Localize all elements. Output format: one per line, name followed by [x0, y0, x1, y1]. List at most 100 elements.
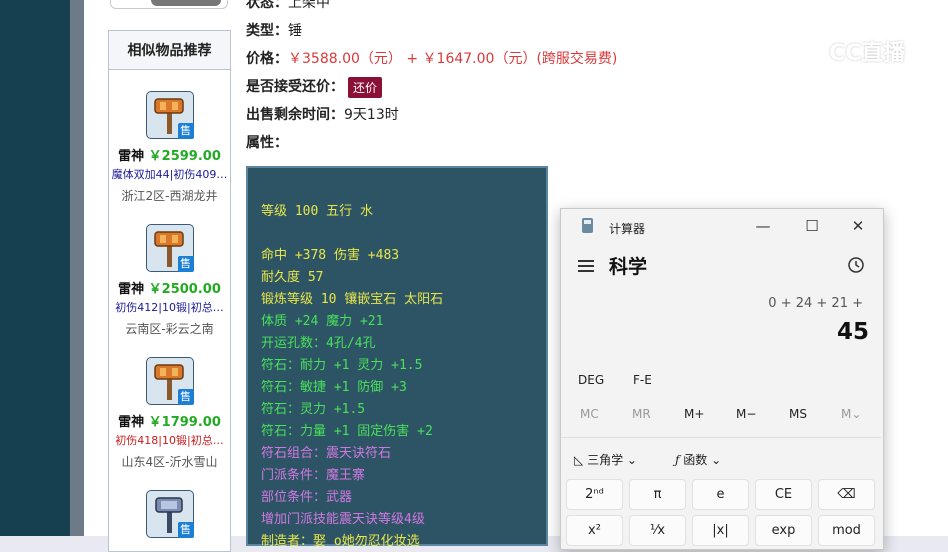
- similar-item-title[interactable]: 雷神 ￥1799.00: [109, 411, 230, 430]
- hammer-icon[interactable]: 售: [145, 91, 194, 139]
- attribute-line: 符石：敏捷 +1 防御 +3: [261, 380, 407, 395]
- price-plus: +: [406, 51, 419, 67]
- function-dropdown[interactable]: ƒ 函数 ⌄: [675, 451, 721, 468]
- attribute-line: 命中 +378 伤害 +483: [261, 248, 400, 263]
- history-icon[interactable]: [847, 256, 865, 274]
- similar-item-title[interactable]: 雷神 ￥2599.00: [109, 145, 230, 164]
- attribute-line: 开运孔数：4孔/4孔: [261, 336, 376, 351]
- price-row: 价格：￥3588.00（元） + ￥1647.00（元）(跨服交易费): [246, 48, 617, 68]
- item-server: 浙江2区-西湖龙井: [121, 189, 218, 203]
- absolute-value-key[interactable]: |x|: [692, 515, 749, 546]
- type-label: 类型：: [246, 23, 288, 39]
- item-price: ￥2500.00: [148, 282, 221, 297]
- similar-items-title: 相似物品推荐: [109, 31, 230, 70]
- cc-logo-icon: [795, 35, 823, 63]
- time-remaining-row: 出售剩余时间：9天13时: [246, 104, 399, 124]
- type-row: 类型：锤: [246, 20, 302, 40]
- sell-badge: 售: [177, 256, 194, 272]
- attribute-line: 符石：耐力 +1 灵力 +1.5: [261, 358, 423, 373]
- deg-button[interactable]: DEG: [578, 373, 604, 387]
- memory-store-button[interactable]: MS: [789, 407, 807, 421]
- memory-recall-button[interactable]: MR: [632, 407, 651, 421]
- item-price: ￥1799.00: [148, 415, 221, 430]
- item-server: 云南区-彩云之南: [125, 322, 214, 336]
- triangle-icon: ◺: [574, 453, 584, 467]
- e-key[interactable]: e: [692, 479, 749, 510]
- calculator-divider: [561, 437, 881, 438]
- memory-list-button[interactable]: M⌄: [841, 407, 861, 421]
- background-panel-dark: [0, 0, 70, 536]
- status-label: 状态：: [246, 0, 288, 11]
- item-server: 山东4区-沂水雪山: [121, 455, 218, 469]
- clear-entry-key[interactable]: CE: [755, 479, 812, 510]
- square-key[interactable]: x²: [566, 515, 623, 546]
- mod-key[interactable]: mod: [818, 515, 875, 546]
- fe-button[interactable]: F-E: [633, 373, 652, 387]
- hammer-icon[interactable]: 售: [145, 357, 194, 405]
- attribute-line: 符石组合：震天诀符石: [261, 446, 392, 461]
- memory-clear-button[interactable]: MC: [580, 407, 599, 421]
- exp-key[interactable]: exp: [755, 515, 812, 546]
- sell-badge: 售: [177, 389, 194, 405]
- item-description[interactable]: 初伤412|10锻|初总…: [109, 299, 230, 315]
- minimize-button[interactable]: —: [752, 216, 774, 236]
- maximize-button[interactable]: ☐: [801, 216, 823, 236]
- attributes-row: 属性：: [246, 132, 288, 152]
- attributes-label: 属性：: [246, 135, 288, 151]
- pi-key[interactable]: π: [629, 479, 686, 510]
- item-name: 雷神: [118, 149, 145, 164]
- price-fee: ￥1647.00（元）(跨服交易费): [422, 51, 618, 67]
- background-stripe: [70, 0, 84, 536]
- item-thumbnail-top[interactable]: [110, 0, 228, 9]
- chevron-down-icon: ⌄: [711, 453, 722, 467]
- trigonometry-label: 三角学: [587, 453, 624, 467]
- calculator-window: 计算器 — ☐ ✕ 科学 0 + 24 + 21 + 45 DEG F-E MC…: [560, 208, 884, 550]
- item-price: ￥2599.00: [148, 149, 221, 164]
- reciprocal-key[interactable]: ¹⁄x: [629, 515, 686, 546]
- backspace-key[interactable]: ⌫: [818, 479, 875, 510]
- result-display: 45: [836, 319, 869, 345]
- cc-live-watermark: CC直播: [795, 33, 920, 67]
- similar-item[interactable]: 售 雷神 ￥2500.00 初伤412|10锻|初总… 云南区-彩云之南: [109, 224, 230, 337]
- attribute-line: 符石：灵力 +1.5: [261, 402, 366, 417]
- sell-badge: 售: [177, 123, 194, 139]
- attribute-line: 增加门派技能震天诀等级4级: [261, 512, 425, 527]
- counter-offer-label: 是否接受还价：: [246, 79, 344, 95]
- counter-offer-button[interactable]: 还价: [348, 76, 383, 98]
- attribute-line: 门派条件：魔王寨: [261, 468, 366, 483]
- expression-display: 0 + 24 + 21 +: [768, 296, 863, 311]
- memory-add-button[interactable]: M+: [684, 407, 704, 421]
- attribute-line: 耐久度 57: [261, 270, 324, 285]
- time-remaining-value: 9天13时: [344, 107, 399, 123]
- similar-item-title[interactable]: 雷神 ￥2500.00: [109, 278, 230, 297]
- time-remaining-label: 出售剩余时间：: [246, 107, 344, 123]
- counter-offer-row: 是否接受还价： 还价: [246, 76, 383, 98]
- item-description[interactable]: 魔体双加44|初伤409…: [109, 166, 230, 182]
- status-value: 上架中: [288, 0, 330, 11]
- attributes-box: 等级 100 五行 水 命中 +378 伤害 +483 耐久度 57 锻炼等级 …: [246, 166, 548, 549]
- similar-item[interactable]: 售 雷神 ￥2599.00 魔体双加44|初伤409… 浙江2区-西湖龙井: [109, 91, 230, 204]
- watermark-text: CC直播: [829, 41, 906, 66]
- similar-items-panel: 相似物品推荐 售 雷神 ￥2599.00 魔体双加44|初伤409… 浙江2区-…: [108, 30, 231, 552]
- hamburger-menu-icon[interactable]: [578, 260, 594, 272]
- function-icon: ƒ: [675, 453, 680, 467]
- function-label: 函数: [683, 453, 708, 467]
- trigonometry-dropdown[interactable]: ◺ 三角学 ⌄: [574, 451, 637, 468]
- memory-subtract-button[interactable]: M−: [736, 407, 756, 421]
- similar-item[interactable]: 售: [109, 490, 230, 538]
- similar-item[interactable]: 售 雷神 ￥1799.00 初伤418|10锻|初总… 山东4区-沂水雪山: [109, 357, 230, 470]
- price-label: 价格：: [246, 51, 288, 67]
- attribute-line: 锻炼等级 10 镶嵌宝石 太阳石: [261, 292, 444, 307]
- hammer-icon[interactable]: 售: [145, 490, 194, 538]
- calculator-app-icon: [582, 218, 593, 233]
- attribute-line: 制造者：娶 o她勿忍化妆选: [261, 534, 420, 549]
- status-row: 状态：上架中: [246, 0, 330, 12]
- attribute-line: 体质 +24 魔力 +21: [261, 314, 384, 329]
- calculator-mode-title: 科学: [609, 256, 648, 278]
- second-function-key[interactable]: 2ⁿᵈ: [566, 479, 623, 510]
- type-value: 锤: [288, 23, 302, 39]
- item-description[interactable]: 初伤418|10锻|初总…: [109, 432, 230, 448]
- attribute-line: 部位条件：武器: [261, 490, 353, 505]
- close-button[interactable]: ✕: [847, 216, 869, 236]
- hammer-icon[interactable]: 售: [145, 224, 194, 272]
